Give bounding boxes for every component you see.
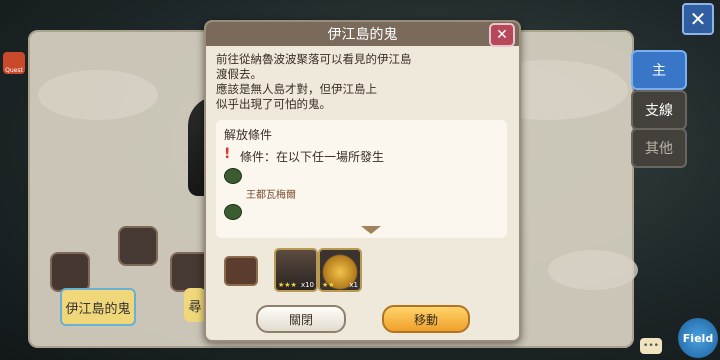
tab-other[interactable]: 其他 xyxy=(631,128,687,168)
location-icon xyxy=(224,168,242,184)
reward-stars: ★★★ xyxy=(278,281,297,289)
treasure-chest-icon xyxy=(224,256,258,286)
stage-label-ie-island[interactable]: 伊江島的鬼 xyxy=(60,288,136,326)
close-button[interactable]: 關閉 xyxy=(256,305,346,333)
stage-node-chest[interactable] xyxy=(50,252,90,292)
unlock-conditions-box[interactable]: 解放條件 ! 條件：在以下任一場所發生 王都瓦梅爾 xyxy=(216,120,507,238)
stage-label-next[interactable]: 尋 xyxy=(184,288,206,322)
exclamation-icon: ! xyxy=(224,146,231,162)
cloud-decoration xyxy=(38,70,158,120)
quest-icon-label: Quest xyxy=(5,67,23,74)
quest-icon[interactable]: Quest xyxy=(3,52,25,74)
quest-detail-dialog: 伊江島的鬼 ✕ 前往從納魯波波聚落可以看見的伊江島 渡假去。 應該是無人島才對，… xyxy=(204,20,521,342)
conditions-title: 解放條件 xyxy=(224,128,273,142)
location-name: 王都瓦梅爾 xyxy=(246,190,296,201)
dialog-close-button[interactable]: ✕ xyxy=(489,23,515,47)
reward-count: x1 xyxy=(349,281,358,289)
close-icon[interactable]: ✕ xyxy=(682,3,714,35)
move-button[interactable]: 移動 xyxy=(382,305,470,333)
scroll-down-icon[interactable] xyxy=(361,226,381,234)
reward-count: x10 xyxy=(300,281,314,289)
reward-stars: ★★ xyxy=(322,281,335,289)
tab-side-quest[interactable]: 支線 xyxy=(631,90,687,130)
tab-main[interactable]: 主 xyxy=(631,50,687,90)
dialog-title: 伊江島的鬼 xyxy=(327,27,398,43)
location-icon xyxy=(224,204,242,220)
reward-item-orb[interactable]: ★★ x1 xyxy=(318,248,362,292)
stage-node-character[interactable] xyxy=(118,226,158,266)
dialog-header: 伊江島的鬼 ✕ xyxy=(206,22,519,47)
cloud-decoration xyxy=(548,250,638,290)
quest-description: 前往從納魯波波聚落可以看見的伊江島 渡假去。 應該是無人島才對，但伊江島上 似乎… xyxy=(216,52,412,111)
field-button[interactable]: Field xyxy=(678,318,718,358)
condition-text: 條件：在以下任一場所發生 xyxy=(240,150,385,164)
chat-icon[interactable]: ••• xyxy=(640,338,662,354)
reward-item-character[interactable]: ★★★ x10 xyxy=(274,248,318,292)
